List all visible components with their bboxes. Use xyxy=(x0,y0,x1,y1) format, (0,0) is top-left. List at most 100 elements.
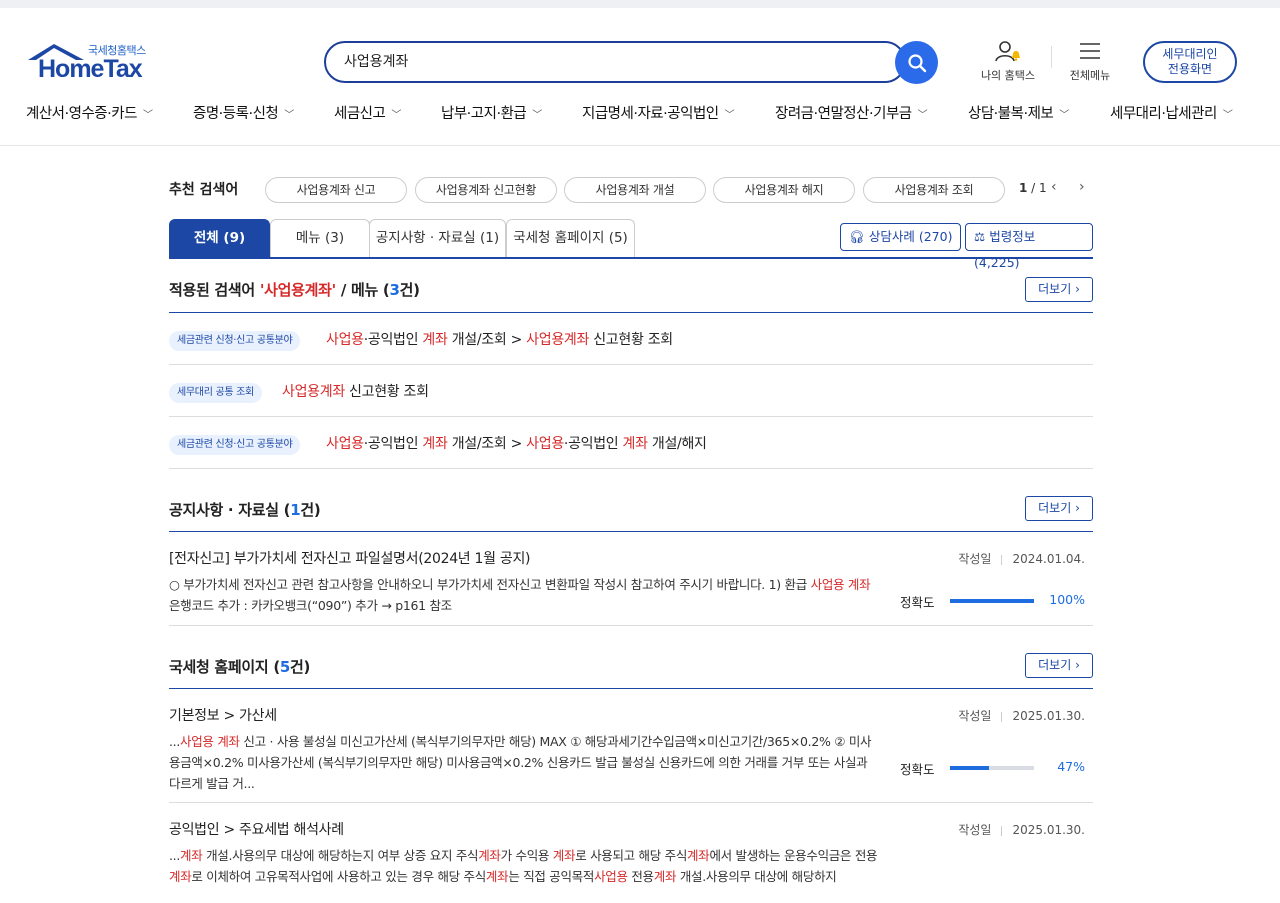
accuracy-value: 47% xyxy=(1057,759,1085,774)
accuracy-label: 정확도 xyxy=(900,762,935,777)
chip-pager: 1 / 1 xyxy=(1019,181,1047,195)
gnb-item-agent[interactable]: 세무대리·납세관리 ﹀ xyxy=(1110,102,1233,123)
hometax-logo[interactable]: 국세청홈택스 HomeTax xyxy=(26,42,156,86)
next-arrow-icon[interactable]: › xyxy=(1079,179,1085,195)
title-text: / 메뉴 ( xyxy=(335,281,390,299)
notice-result-item: [전자신고] 부가가치세 전자신고 파일설명서(2024년 1월 공지) 작성일… xyxy=(169,532,1093,626)
text-segment: 개설/해지 xyxy=(647,436,707,452)
tab-all[interactable]: 전체 (9) xyxy=(169,219,270,257)
agent-btn-line1: 세무대리인 xyxy=(1162,47,1218,61)
result-title[interactable]: 기본정보 > 가산세 xyxy=(169,705,277,725)
keyword-chip[interactable]: 사업용계좌 개설 xyxy=(564,177,706,203)
more-label: 더보기 xyxy=(1038,501,1072,515)
notice-section: 공지사항 · 자료실 (1건) 더보기 › [전자신고] 부가가치세 전자신고 … xyxy=(169,469,1093,626)
more-button[interactable]: 더보기 › xyxy=(1025,277,1093,302)
recommended-label: 추천 검색어 xyxy=(169,182,239,198)
text-segment: 가 수익용 xyxy=(500,848,553,863)
headset-icon: 🎧︎ xyxy=(849,229,865,244)
section-header: 공지사항 · 자료실 (1건) 더보기 › xyxy=(169,469,1093,532)
date-value: 2025.01.30. xyxy=(1012,709,1085,723)
homepage-result-item: 공익법인 > 주요세법 해석사례 작성일 2025.01.30. ...계좌 개설… xyxy=(169,803,1093,903)
category-badge: 세무대리 공통 조회 xyxy=(169,383,262,403)
title-text: 건) xyxy=(290,658,311,676)
gnb-item-tax-report[interactable]: 세금신고 ﹀ xyxy=(334,102,401,123)
accuracy-value: 100% xyxy=(1049,592,1085,607)
gnb-label: 지급명세·자료·공익법인 xyxy=(582,106,719,122)
category-badge: 세금관련 신청·신고 공통분야 xyxy=(169,331,301,351)
keyword-highlight: 계좌 xyxy=(653,869,677,884)
text-segment: 는 직접 공익목적 xyxy=(508,869,595,884)
gnb-item-incentive[interactable]: 장려금·연말정산·기부금 ﹀ xyxy=(775,102,928,123)
law-info-button[interactable]: ⚖︎ 법령정보 (4,225) xyxy=(965,223,1093,270)
header: 국세청홈택스 HomeTax 사업용계좌 나의 홈택스 전체메뉴 세무대리인 전… xyxy=(0,8,1280,88)
text-segment: ·공익법인 xyxy=(563,436,623,452)
accuracy-fill xyxy=(950,599,1034,603)
search-button[interactable] xyxy=(895,41,938,84)
my-hometax-button[interactable]: 나의 홈택스 xyxy=(978,39,1038,83)
gnb-item-invoice[interactable]: 계산서·영수증·카드 ﹀ xyxy=(26,102,153,123)
consult-cases-label: 상담사례 (270) xyxy=(868,229,953,244)
menu-path[interactable]: 사업용계좌 신고현황 조회 xyxy=(282,381,429,401)
chevron-down-icon: ﹀ xyxy=(391,110,401,121)
date-value: 2025.01.30. xyxy=(1012,823,1085,837)
result-snippet: ...계좌 개설.사용의무 대상에 해당하는지 여부 상증 요지 주식계좌가 수… xyxy=(169,845,879,887)
text-segment: ... xyxy=(169,848,181,863)
keyword-highlight: 계좌 xyxy=(422,332,448,348)
keyword-highlight: 사업용계좌 xyxy=(282,384,345,400)
consult-cases-button[interactable]: 🎧︎ 상담사례 (270) xyxy=(840,223,962,251)
keyword-chip[interactable]: 사업용계좌 신고현황 xyxy=(415,177,557,203)
user-bell-icon xyxy=(995,41,1020,62)
keyword-highlight: 사업용 xyxy=(326,436,364,452)
menu-result-row[interactable]: 세금관련 신청·신고 공통분야 사업용·공익법인 계좌 개설/조회 > 사업용계… xyxy=(169,313,1093,365)
menu-result-row[interactable]: 세무대리 공통 조회 사업용계좌 신고현황 조회 xyxy=(169,365,1093,417)
prev-arrow-icon[interactable]: ‹ xyxy=(1051,179,1057,195)
gnb-item-payment[interactable]: 납부·고지·환급 ﹀ xyxy=(441,102,542,123)
result-count: 1 xyxy=(290,501,301,519)
keyword-highlight: 계좌 xyxy=(180,848,203,863)
homepage-result-item: 기본정보 > 가산세 작성일 2025.01.30. ...사업용 계좌 신고 ·… xyxy=(169,689,1093,803)
keyword-highlight: 사업용 xyxy=(810,577,845,592)
main-content: 추천 검색어 사업용계좌 신고 사업용계좌 신고현황 사업용계좌 개설 사업용계… xyxy=(169,168,1093,903)
title-text: 공지사항 · 자료실 ( xyxy=(169,501,291,519)
gnb-item-certificate[interactable]: 증명·등록·신청 ﹀ xyxy=(193,102,294,123)
accuracy-bar xyxy=(950,599,1034,603)
search-term-highlight: '사업용계좌' xyxy=(259,281,336,299)
gnb-label: 상담·불복·제보 xyxy=(968,106,1054,122)
menu-path[interactable]: 사업용·공익법인 계좌 개설/조회 > 사업용계좌 신고현황 조회 xyxy=(326,329,673,349)
keyword-chip[interactable]: 사업용계좌 신고 xyxy=(265,177,407,203)
search-input[interactable]: 사업용계좌 xyxy=(324,41,906,83)
keyword-highlight: 사업용계좌 xyxy=(526,332,590,348)
text-segment: 신고현황 조회 xyxy=(589,332,673,348)
title-text: 국세청 홈페이지 ( xyxy=(169,658,280,676)
text-segment: ·공익법인 xyxy=(363,436,423,452)
keyword-chip[interactable]: 사업용계좌 해지 xyxy=(713,177,855,203)
accuracy-label: 정확도 xyxy=(900,595,935,610)
result-snippet: ○ 부가가치세 전자신고 관련 참고사항을 안내하오니 부가가치세 전자신고 변… xyxy=(169,574,879,616)
recommended-keywords: 추천 검색어 사업용계좌 신고 사업용계좌 신고현황 사업용계좌 개설 사업용계… xyxy=(169,168,1093,212)
homepage-section: 국세청 홈페이지 (5건) 더보기 › 기본정보 > 가산세 작성일 2025.0… xyxy=(169,626,1093,903)
search-icon xyxy=(907,53,926,72)
chevron-down-icon: ﹀ xyxy=(917,110,928,121)
result-snippet: ...사업용 계좌 신고 · 사용 불성실 미신고가산세 (복식부기의무자만 해… xyxy=(169,731,879,794)
keyword-highlight: 계좌 xyxy=(217,734,240,749)
tab-menu[interactable]: 메뉴 (3) xyxy=(270,219,370,257)
section-header: 국세청 홈페이지 (5건) 더보기 › xyxy=(169,626,1093,689)
header-divider xyxy=(1051,46,1052,68)
gnb-item-statement[interactable]: 지급명세·자료·공익법인 ﹀ xyxy=(582,102,735,123)
result-title[interactable]: [전자신고] 부가가치세 전자신고 파일설명서(2024년 1월 공지) xyxy=(169,548,531,568)
chevron-down-icon: ﹀ xyxy=(284,110,294,121)
result-title[interactable]: 공익법인 > 주요세법 해석사례 xyxy=(169,819,344,839)
gnb-item-consult[interactable]: 상담·불복·제보 ﹀ xyxy=(968,102,1069,123)
tab-notice[interactable]: 공지사항 · 자료실 (1) xyxy=(369,219,506,257)
menu-path[interactable]: 사업용·공익법인 계좌 개설/조회 > 사업용·공익법인 계좌 개설/해지 xyxy=(326,433,707,453)
my-hometax-label: 나의 홈택스 xyxy=(980,69,1036,82)
tab-homepage[interactable]: 국세청 홈페이지 (5) xyxy=(506,219,635,257)
more-button[interactable]: 더보기 › xyxy=(1025,653,1093,678)
keyword-chip[interactable]: 사업용계좌 조회 xyxy=(863,177,1005,203)
menu-result-row[interactable]: 세금관련 신청·신고 공통분야 사업용·공익법인 계좌 개설/조회 > 사업용·… xyxy=(169,417,1093,469)
agent-screen-button[interactable]: 세무대리인 전용화면 xyxy=(1143,41,1237,83)
text-segment: 전용 xyxy=(627,869,654,884)
more-button[interactable]: 더보기 › xyxy=(1025,496,1093,521)
all-menu-button[interactable]: 전체메뉴 xyxy=(1065,39,1115,83)
section-header: 적용된 검색어 '사업용계좌' / 메뉴 (3건) 더보기 › xyxy=(169,259,1093,313)
